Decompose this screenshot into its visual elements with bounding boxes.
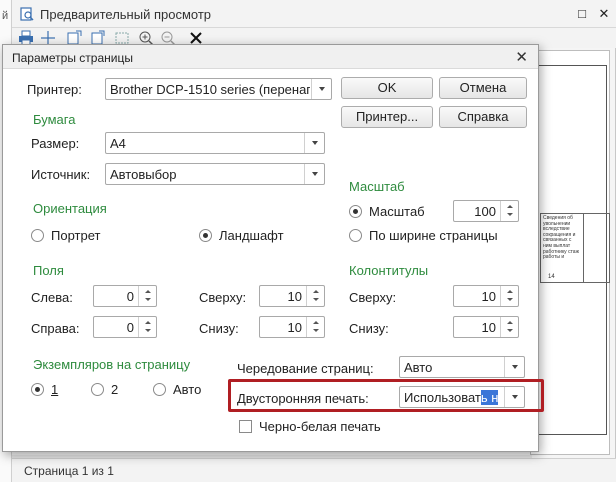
stepper-arrows-icon[interactable] [500, 317, 518, 337]
copies-auto-radio[interactable] [153, 383, 166, 396]
chevron-down-icon[interactable] [504, 357, 524, 377]
paper-section-title: Бумага [33, 112, 76, 127]
close-window-icon[interactable]: ✕ [596, 6, 612, 22]
chevron-down-icon[interactable] [304, 133, 324, 153]
printer-select[interactable]: Brother DCP-1510 series (перенап [105, 78, 332, 100]
stepper-arrows-icon[interactable] [500, 286, 518, 306]
dialog-close-icon[interactable]: ✕ [515, 48, 528, 66]
right-margin-value: 0 [126, 320, 134, 335]
copies-2-radio[interactable] [91, 383, 104, 396]
stepper-arrows-icon[interactable] [500, 201, 518, 221]
status-bar: Страница 1 из 1 [12, 458, 616, 482]
source-label: Источник: [31, 167, 91, 182]
left-edge-text: й [2, 10, 9, 22]
paper-size-select[interactable]: A4 [105, 132, 325, 154]
scale-radio-label: Масштаб [369, 204, 425, 219]
dialog-title: Параметры страницы [12, 51, 133, 65]
chevron-down-icon[interactable] [311, 79, 331, 99]
bw-print-label: Черно-белая печать [259, 419, 381, 434]
preview-title: Предварительный просмотр [40, 7, 212, 22]
ok-button[interactable]: OK [341, 77, 433, 99]
paper-source-value: Автовыбор [110, 167, 177, 182]
page-setup-dialog: Параметры страницы ✕ Принтер: Brother DC… [2, 44, 544, 452]
paper-size-value: A4 [110, 136, 126, 151]
help-button[interactable]: Справка [439, 106, 527, 128]
bw-print-checkbox[interactable] [239, 420, 252, 433]
scale-stepper[interactable]: 100 [453, 200, 519, 222]
page-counter: Страница 1 из 1 [24, 464, 114, 478]
page-stamp-column: 14 [548, 213, 610, 283]
preview-icon [20, 7, 34, 21]
stepper-arrows-icon[interactable] [138, 286, 156, 306]
header-bottom-stepper[interactable]: 10 [453, 316, 519, 338]
top-margin-stepper[interactable]: 10 [259, 285, 325, 307]
alternation-label: Чередование страниц: [237, 361, 374, 376]
margins-section-title: Поля [33, 263, 64, 278]
bottom-margin-stepper[interactable]: 10 [259, 316, 325, 338]
copies-1-label: 1 [51, 382, 59, 397]
preview-titlebar: Предварительный просмотр □ ✕ [12, 0, 616, 28]
chevron-down-icon[interactable] [304, 164, 324, 184]
right-margin-label: Справа: [31, 321, 80, 336]
cancel-button[interactable]: Отмена [439, 77, 527, 99]
copies-auto-label: Авто [173, 382, 202, 397]
landscape-radio[interactable] [199, 229, 212, 242]
stepper-arrows-icon[interactable] [306, 286, 324, 306]
fit-width-radio[interactable] [349, 229, 362, 242]
size-label: Размер: [31, 136, 80, 151]
dialog-titlebar: Параметры страницы ✕ [3, 45, 538, 69]
maximize-icon[interactable]: □ [574, 6, 590, 22]
top-margin-value: 10 [287, 289, 302, 304]
header-top-label: Сверху: [349, 290, 397, 305]
scale-section-title: Масштаб [349, 179, 405, 194]
top-margin-label: Сверху: [199, 290, 247, 305]
landscape-label: Ландшафт [219, 228, 284, 243]
paper-source-select[interactable]: Автовыбор [105, 163, 325, 185]
page-stamp-number: 14 [548, 274, 555, 280]
printer-label: Принтер: [27, 82, 82, 97]
scale-radio[interactable] [349, 205, 362, 218]
copies-section-title: Экземпляров на страницу [33, 357, 191, 372]
orientation-section-title: Ориентация [33, 201, 107, 216]
stepper-arrows-icon[interactable] [138, 317, 156, 337]
header-top-value: 10 [481, 289, 496, 304]
fit-width-label: По ширине страницы [369, 228, 498, 243]
left-margin-value: 0 [126, 289, 134, 304]
right-margin-stepper[interactable]: 0 [93, 316, 157, 338]
duplex-highlight-frame [228, 379, 544, 412]
printer-settings-button[interactable]: Принтер... [341, 106, 433, 128]
printer-value: Brother DCP-1510 series (перенап [110, 82, 310, 97]
headers-section-title: Колонтитулы [349, 263, 429, 278]
stepper-arrows-icon[interactable] [306, 317, 324, 337]
bottom-margin-value: 10 [287, 320, 302, 335]
copies-2-label: 2 [111, 382, 119, 397]
scale-value: 100 [474, 204, 496, 219]
header-bottom-value: 10 [481, 320, 496, 335]
alternation-value: Авто [404, 360, 433, 375]
page-stamp-text: Сведения об увольнении вследствие сокращ… [540, 213, 584, 283]
bottom-margin-label: Снизу: [199, 321, 239, 336]
header-top-stepper[interactable]: 10 [453, 285, 519, 307]
portrait-label: Портрет [51, 228, 101, 243]
header-bottom-label: Снизу: [349, 321, 389, 336]
copies-1-radio[interactable] [31, 383, 44, 396]
alternation-select[interactable]: Авто [399, 356, 525, 378]
left-margin-stepper[interactable]: 0 [93, 285, 157, 307]
left-margin-label: Слева: [31, 290, 73, 305]
portrait-radio[interactable] [31, 229, 44, 242]
